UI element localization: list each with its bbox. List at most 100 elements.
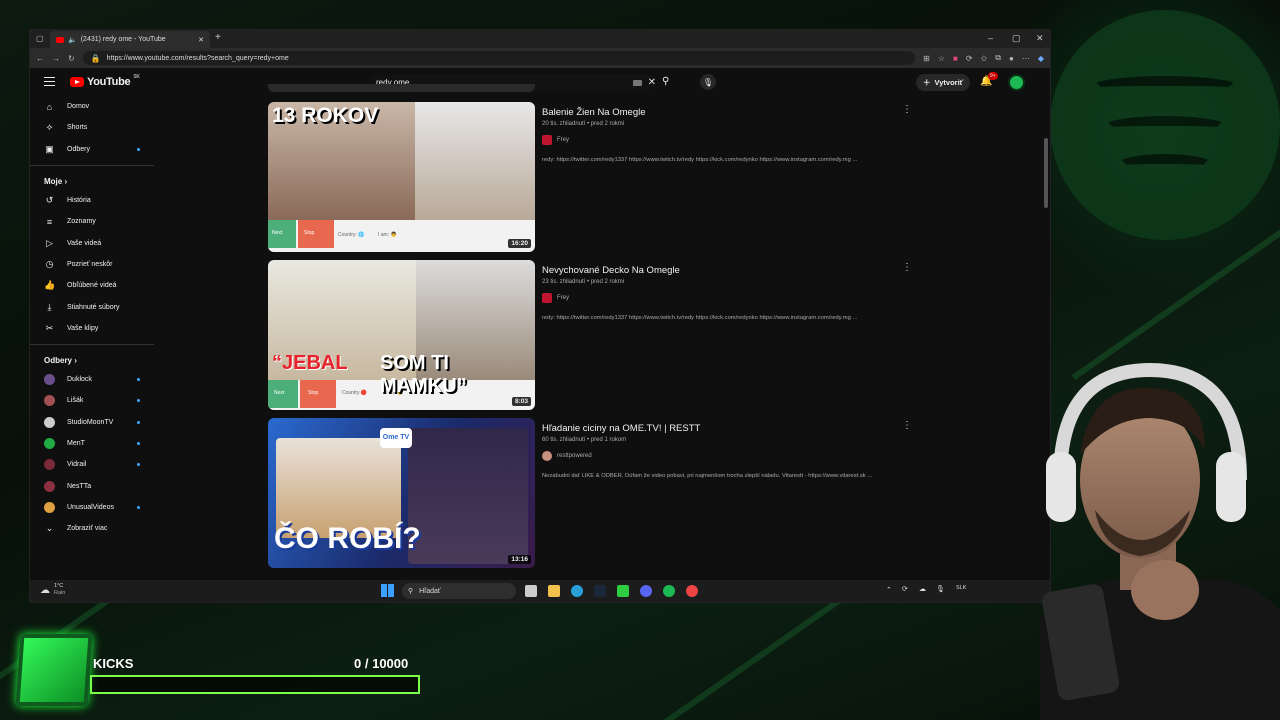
onedrive-icon[interactable]: ☁ (919, 585, 926, 593)
more-options-icon[interactable]: ⋮ (902, 104, 912, 115)
minimize-button[interactable]: – (988, 33, 993, 43)
weather-widget[interactable]: ☁ 1°C Rain (40, 583, 65, 597)
liked-icon: 👍 (44, 280, 56, 291)
thumbnail-caption-red: “JEBAL (272, 352, 348, 374)
clear-search-icon[interactable]: ✕ (648, 77, 656, 88)
url-field[interactable]: 🔒 https://www.youtube.com/results?search… (82, 51, 916, 65)
sidebar-item-playlists[interactable]: ≡ Zoznamy (30, 211, 154, 232)
play-app-icon[interactable] (617, 585, 629, 597)
collections-icon[interactable]: ⧉ (995, 53, 1001, 63)
video-thumbnail[interactable]: Ome TV ČO ROBÍ? 13:16 (268, 418, 535, 568)
microphone-tray-icon[interactable]: 🎙 (936, 585, 945, 593)
speaker-icon[interactable]: 🔈 (68, 36, 77, 44)
sidebar-item-clips[interactable]: ✂ Vaše klipy (30, 318, 154, 339)
menu-hamburger-icon[interactable] (44, 77, 55, 86)
weather-desc: Rain (54, 590, 66, 596)
sidebar-item-label: Stiahnuté súbory (67, 303, 120, 311)
back-arrow-icon[interactable]: ← (36, 54, 44, 63)
more-options-icon[interactable]: ⋮ (902, 420, 912, 431)
video-result[interactable]: Ome TV ČO ROBÍ? 13:16 Hľadanie ciciny na… (268, 418, 928, 568)
microphone-icon[interactable]: 🎙 (700, 74, 716, 90)
sidebar-channel[interactable]: StudioMoonTV (30, 412, 154, 433)
chrome-icon[interactable] (686, 585, 698, 597)
task-view-icon[interactable] (525, 585, 537, 597)
download-icon: ⤓ (47, 301, 52, 312)
video-thumbnail[interactable]: Next Stop Country 🔴 I am 👨 “JEBAL SOM TI… (268, 260, 535, 410)
sidebar-channel[interactable]: UnusualVideos (30, 497, 154, 518)
new-tab-button[interactable]: + (215, 32, 221, 43)
video-result[interactable]: Next Stop Country: 🌐 I am: 👨 13 ROKOV 16… (268, 102, 928, 252)
more-options-icon[interactable]: ⋮ (902, 262, 912, 273)
scrollbar[interactable] (1044, 138, 1048, 208)
sidebar-item-history[interactable]: ↺ História (30, 190, 154, 211)
search-icon[interactable]: ⚲ (662, 76, 669, 87)
sidebar-item-your-videos[interactable]: ▷ Vaše videá (30, 232, 154, 253)
channel-link[interactable]: Frey (542, 293, 912, 303)
close-tab-icon[interactable]: ✕ (198, 36, 204, 44)
tab-actions-icon[interactable]: ▢ (36, 34, 44, 43)
video-title[interactable]: Nevychované Decko Na Omegle (542, 265, 912, 277)
sidebar-channel[interactable]: Vidrail (30, 454, 154, 475)
headphones-right (1216, 452, 1246, 522)
playlists-icon: ≡ (46, 216, 53, 227)
youtube-logo[interactable]: YouTube SK (70, 74, 140, 88)
tab-youtube[interactable]: 🔈 (2431) redy ome - YouTube ✕ (50, 31, 210, 48)
discord-icon[interactable] (640, 585, 652, 597)
account-avatar[interactable] (1008, 74, 1025, 91)
thumb-country-label: Country 🔴 (342, 390, 368, 396)
tray-chevron-icon[interactable]: ⌃ (886, 586, 892, 594)
extension-icon[interactable]: ■ (953, 54, 958, 63)
section-you[interactable]: Moje › (30, 171, 154, 190)
forward-arrow-icon[interactable]: → (52, 54, 60, 63)
refresh-extension-icon[interactable]: ⟳ (966, 54, 973, 63)
channel-avatar (44, 395, 55, 407)
spotify-icon[interactable] (663, 585, 675, 597)
new-content-dot (137, 463, 140, 467)
tray-app-icon[interactable]: ⟳ (902, 585, 908, 593)
thumbnail-caption: ČO ROBÍ? (274, 522, 421, 555)
sidebar-item-shorts[interactable]: ⟡ Shorts (30, 117, 154, 138)
sidebar-item-subscriptions[interactable]: ▣ Odbery (30, 139, 154, 160)
profile-icon[interactable]: ● (1009, 54, 1014, 63)
taskbar-search[interactable]: ⚲ Hľadať (402, 583, 516, 599)
steam-icon[interactable] (594, 585, 606, 597)
edge-browser-icon[interactable] (571, 585, 583, 597)
keyboard-icon[interactable] (632, 79, 642, 86)
language-indicator[interactable]: SLK (956, 585, 966, 591)
channel-link[interactable]: Frey (542, 135, 912, 145)
sidebar-item-label: Vaše videá (67, 239, 102, 247)
previous-video-thumbnail[interactable] (268, 84, 535, 92)
reload-icon[interactable]: ↻ (68, 54, 75, 63)
sidebar-item-liked[interactable]: 👍 Obľúbené videá (30, 275, 154, 296)
close-window-button[interactable]: ✕ (1036, 33, 1044, 44)
sidebar-channel[interactable]: MenT (30, 433, 154, 454)
video-meta: 60 tis. zhliadnutí • pred 1 rokom (542, 437, 627, 443)
video-description: Nezabudni dať LIKE & ODBER. Dúfam že vid… (542, 473, 873, 479)
section-subscriptions[interactable]: Odbery › (30, 350, 154, 369)
youtube-play-icon (70, 77, 84, 87)
more-menu-icon[interactable]: ⋯ (1022, 54, 1030, 63)
new-content-dot (137, 147, 140, 151)
video-result[interactable]: Next Stop Country 🔴 I am 👨 “JEBAL SOM TI… (268, 260, 928, 410)
channel-link[interactable]: resttpowered (542, 451, 912, 461)
windows-start-icon[interactable] (381, 584, 394, 597)
sidebar-channel[interactable]: NesTTa (30, 475, 154, 496)
video-thumbnail[interactable]: Next Stop Country: 🌐 I am: 👨 13 ROKOV 16… (268, 102, 535, 252)
favorites-icon[interactable]: ✩ (981, 54, 988, 63)
maximize-button[interactable]: ▢ (1012, 33, 1021, 44)
sidebar-item-watch-later[interactable]: ◷ Pozrieť neskôr (30, 254, 154, 275)
video-title[interactable]: Balenie Žien Na Omegle (542, 107, 912, 119)
show-more-button[interactable]: ⌄ Zobraziť viac (30, 518, 154, 539)
sidebar-item-downloads[interactable]: ⤓ Stiahnuté súbory (30, 296, 154, 317)
sidebar-channel[interactable]: Duklock (30, 369, 154, 390)
apps-icon[interactable]: ⊞ (923, 54, 930, 63)
video-duration: 16:20 (508, 239, 531, 248)
create-button[interactable]: ＋ Vytvoriť (916, 74, 971, 91)
file-explorer-icon[interactable] (548, 585, 560, 597)
sidebar-channel[interactable]: Lišák (30, 390, 154, 411)
favorite-star-icon[interactable]: ☆ (938, 54, 945, 63)
video-title[interactable]: Hľadanie ciciny na OME.TV! | RESTT (542, 423, 912, 435)
sidebar-item-home[interactable]: ⌂ Domov (30, 96, 154, 117)
copilot-icon[interactable]: ◆ (1038, 54, 1044, 63)
weather-temp: 1°C (54, 583, 64, 589)
